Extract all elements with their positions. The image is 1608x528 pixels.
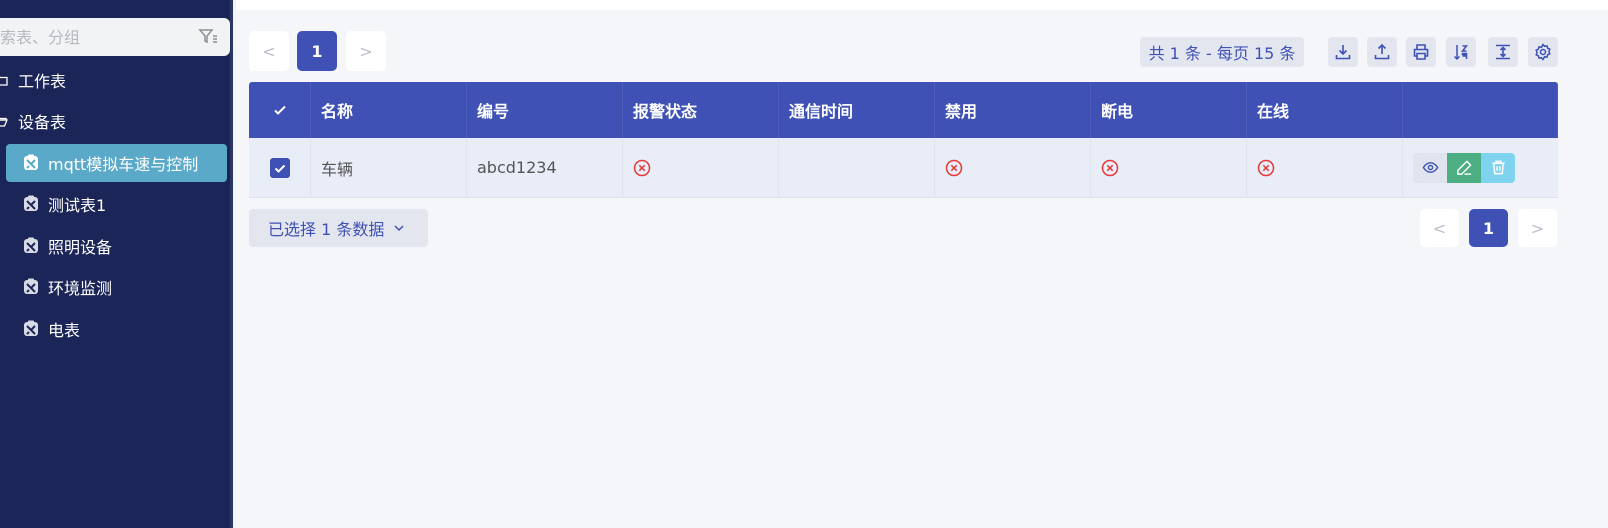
cell-power-off	[1091, 138, 1247, 197]
sidebar-item-label: 照明设备	[48, 238, 113, 257]
table-icon	[24, 195, 38, 211]
current-page-button-bottom[interactable]: 1	[1469, 209, 1508, 247]
sidebar-item-lighting[interactable]: 照明设备	[6, 227, 227, 265]
column-header-name[interactable]: 名称	[311, 82, 467, 138]
print-icon	[1413, 44, 1429, 60]
sidebar-item-label: 环境监测	[48, 279, 113, 298]
trash-icon	[1491, 160, 1505, 175]
sidebar-item-mqtt[interactable]: mqtt模拟车速与控制	[6, 144, 227, 182]
column-label: 名称	[321, 102, 354, 121]
column-label: 在线	[1257, 102, 1290, 121]
column-label: 编号	[477, 102, 510, 121]
check-icon	[273, 105, 286, 115]
edit-button[interactable]	[1447, 152, 1481, 183]
cell-code: abcd1234	[467, 138, 623, 197]
column-header-code[interactable]: 编号	[467, 82, 623, 138]
record-summary: 共 1 条 - 每页 15 条	[1140, 37, 1304, 67]
page-number: 1	[1482, 218, 1495, 238]
column-label: 禁用	[945, 102, 978, 121]
data-table: 名称 编号 报警状态 通信时间 禁用 断电 在线 车辆 abcd1234	[249, 82, 1558, 198]
x-circle-icon	[945, 159, 963, 176]
top-strip	[236, 0, 1608, 10]
current-page-button[interactable]: 1	[297, 31, 337, 71]
next-label: >	[359, 41, 373, 61]
row-height-button[interactable]	[1488, 37, 1518, 67]
upload-button[interactable]	[1367, 37, 1397, 67]
search-box[interactable]	[0, 18, 230, 56]
download-icon	[1335, 45, 1351, 60]
x-circle-icon	[633, 159, 651, 176]
row-checkbox-cell[interactable]	[249, 138, 311, 197]
column-header-comm-time[interactable]: 通信时间	[779, 82, 935, 138]
column-label: 通信时间	[789, 102, 854, 121]
column-header-actions	[1403, 82, 1558, 138]
table-icon	[24, 237, 38, 253]
gear-icon	[1535, 43, 1551, 61]
cell-text: 车辆	[321, 159, 354, 179]
selection-label: 已选择 1 条数据	[268, 220, 385, 239]
column-header-disabled[interactable]: 禁用	[935, 82, 1091, 138]
tree-group-devices[interactable]: 设备表	[0, 106, 66, 136]
table-icon	[24, 154, 38, 170]
column-header-power-off[interactable]: 断电	[1091, 82, 1247, 138]
column-label: 报警状态	[633, 102, 698, 121]
settings-button[interactable]	[1528, 37, 1558, 67]
check-icon	[274, 164, 285, 173]
download-button[interactable]	[1328, 37, 1358, 67]
cell-disabled	[935, 138, 1091, 197]
row-height-icon	[1496, 44, 1510, 60]
row-checkbox[interactable]	[269, 157, 290, 178]
search-input[interactable]	[0, 27, 180, 47]
table-header: 名称 编号 报警状态 通信时间 禁用 断电 在线	[249, 82, 1558, 138]
sidebar-item-label: 电表	[48, 321, 81, 340]
delete-button[interactable]	[1481, 152, 1515, 183]
chevron-down-icon	[394, 225, 404, 232]
selection-dropdown[interactable]: 已选择 1 条数据	[249, 209, 428, 247]
page-number: 1	[311, 41, 323, 61]
cell-alarm	[623, 138, 779, 197]
prev-page-button[interactable]: <	[249, 31, 289, 71]
column-label: 断电	[1101, 102, 1134, 121]
eye-icon	[1422, 162, 1438, 173]
filter-icon[interactable]	[198, 27, 218, 47]
summary-text: 共 1 条 - 每页 15 条	[1148, 44, 1296, 63]
folder-open-icon	[0, 117, 8, 127]
tree-group-worksheet[interactable]: 工作表	[0, 65, 66, 95]
pencil-icon	[1456, 160, 1472, 175]
sidebar-item-label: 测试表1	[48, 196, 107, 215]
prev-page-button-bottom[interactable]: <	[1420, 209, 1459, 247]
folder-icon	[0, 76, 8, 86]
upload-icon	[1374, 43, 1390, 60]
sidebar-item-label: mqtt模拟车速与控制	[48, 155, 199, 174]
cell-comm-time	[779, 138, 935, 197]
cell-online	[1247, 138, 1403, 197]
prev-label: <	[1432, 218, 1447, 238]
sidebar: 工作表 设备表 mqtt模拟车速与控制 测试表1 照明设备 环境监测 电表	[0, 0, 233, 528]
table-row[interactable]: 车辆 abcd1234	[249, 138, 1558, 198]
x-circle-icon	[1257, 159, 1275, 176]
cell-text: abcd1234	[477, 158, 557, 177]
sort-button[interactable]	[1446, 37, 1476, 67]
table-icon	[24, 278, 38, 294]
table-icon	[24, 320, 38, 336]
cell-name: 车辆	[311, 138, 467, 197]
select-all-checkbox[interactable]	[249, 82, 311, 138]
next-page-button-bottom[interactable]: >	[1518, 209, 1557, 247]
cell-actions	[1403, 138, 1558, 197]
sort-icon	[1453, 45, 1469, 61]
column-header-alarm[interactable]: 报警状态	[623, 82, 779, 138]
next-label: >	[1530, 218, 1545, 238]
view-button[interactable]	[1413, 152, 1447, 183]
column-header-online[interactable]: 在线	[1247, 82, 1403, 138]
x-circle-icon	[1101, 159, 1119, 176]
sidebar-item-environment[interactable]: 环境监测	[6, 268, 227, 306]
tree-group-label: 工作表	[18, 72, 67, 91]
tree-group-label: 设备表	[18, 113, 67, 132]
next-page-button[interactable]: >	[346, 31, 386, 71]
sidebar-item-test1[interactable]: 测试表1	[6, 185, 227, 223]
print-button[interactable]	[1406, 37, 1436, 67]
prev-label: <	[262, 41, 276, 61]
sidebar-item-meter[interactable]: 电表	[6, 310, 227, 348]
